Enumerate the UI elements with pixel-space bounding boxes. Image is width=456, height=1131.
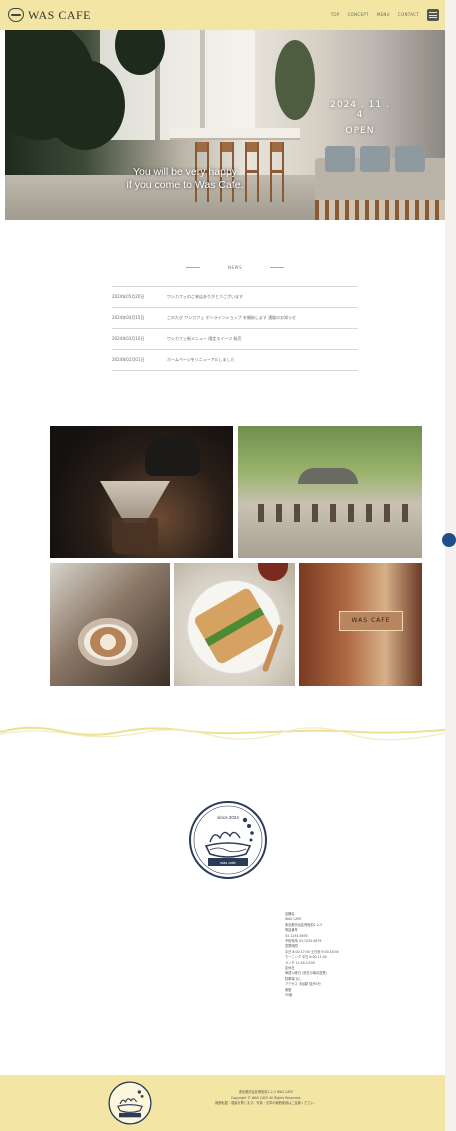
opening-date: 2024 . 11 . 4 [330,100,390,120]
cafe-emblem: since 2024 was cafe [189,801,267,879]
site-header: WAS CAFE TOP CONCEPT MENU CONTACT [0,0,445,30]
news-text: ワシカフェ新メニュー 限定スイーツ 販売 [167,336,242,341]
news-list: 2024年05月20日 ワシカフェのご来店ありがとうございます 2024年04月… [112,286,358,371]
tagline-line-2: if you come to Was Cafe. [126,179,244,191]
news-date: 2024年05月20日 [112,294,145,299]
scroll-indicator-dot[interactable] [442,533,456,547]
emblem-top-text: since 2024 [217,815,239,820]
news-text: ホームページをリニューアルしました [167,357,235,362]
footer-emblem [108,1081,152,1125]
news-text: このたび ワシカフェ オンラインショップ を開始します 通販のお知らせ [167,315,297,320]
store-info: 店舗名 WAS CAFE 東京都渋谷区神宮前1-2-3 電話番号 03-1234… [285,912,405,999]
open-label: OPEN [345,126,375,136]
cup-logo-icon [8,8,24,22]
latte-art-photo [50,563,170,686]
emblem-bottom-text: was cafe [220,860,237,865]
footer-line: 無断転載・複製を禁じます。写真・文章の無断使用はご遠慮ください。 [215,1101,317,1105]
page: WAS CAFE TOP CONCEPT MENU CONTACT 2024 .… [0,0,445,1131]
news-date: 2024年02月01日 [112,357,145,362]
sandwich-photo [174,563,295,686]
news-item[interactable]: 2024年04月15日 このたび ワシカフェ オンラインショップ を開始します … [112,308,358,329]
terrace-seating-photo [238,426,422,558]
tagline-line-1: You will be very happy [132,166,238,178]
storefront-sign-photo: WAS CAFE [299,563,422,686]
news-item[interactable]: 2024年05月20日 ワシカフェのご来店ありがとうございます [112,286,358,308]
news-heading: NEWS [186,265,284,270]
news-item[interactable]: 2024年02月01日 ホームページをリニューアルしました [112,350,358,371]
news-date: 2024年04月15日 [112,315,145,320]
nav-item-contact[interactable]: CONTACT [398,12,419,17]
hero-tagline: You will be very happy if you come to Wa… [90,166,280,192]
site-footer: 東京都渋谷区神宮前1-2-3 WAS CAFE Copyright © WAS … [0,1075,445,1131]
wave-divider [0,726,445,741]
news-text: ワシカフェのご来店ありがとうございます [167,294,243,299]
nav-item-concept[interactable]: CONCEPT [348,12,369,17]
news-item[interactable]: 2024年03月10日 ワシカフェ新メニュー 限定スイーツ 販売 [112,329,358,350]
hamburger-menu-icon[interactable] [427,9,439,21]
photo-gallery: WAS CAFE [50,426,422,686]
storefront-sign: WAS CAFE [339,611,403,631]
info-line: 30席 [285,993,293,998]
pour-over-coffee-photo [50,426,233,558]
news-date: 2024年03月10日 [112,336,145,341]
nav-item-top[interactable]: TOP [331,12,340,17]
main-nav: TOP CONCEPT MENU CONTACT [331,12,419,17]
logo-text: WAS CAFE [28,7,92,22]
footer-text: 東京都渋谷区神宮前1-2-3 WAS CAFE Copyright © WAS … [166,1090,366,1107]
site-logo[interactable]: WAS CAFE [8,6,91,24]
nav-item-menu[interactable]: MENU [377,12,390,17]
